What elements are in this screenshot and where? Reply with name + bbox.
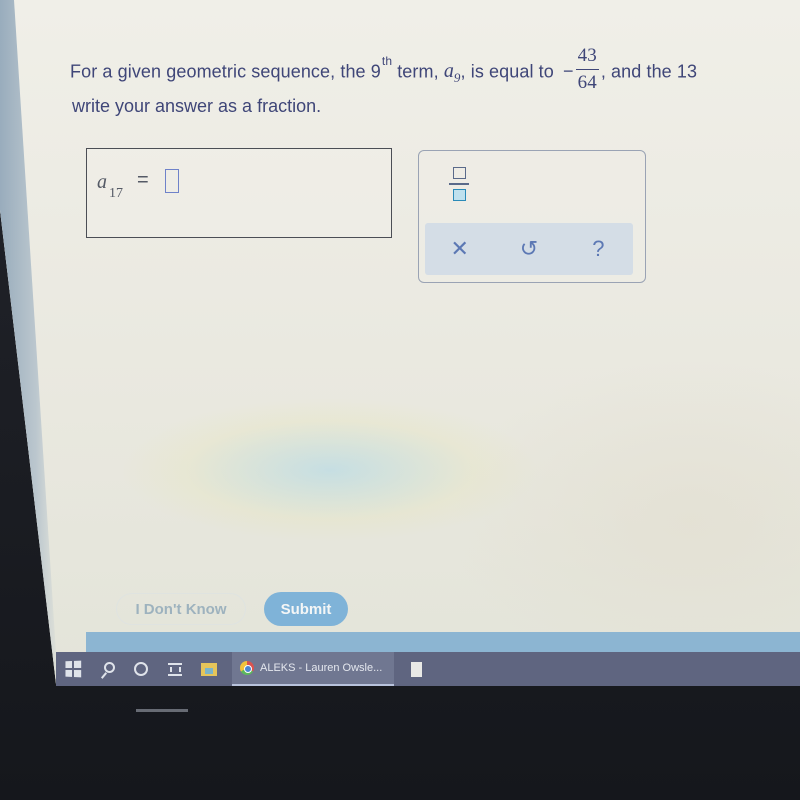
term-a9: a9	[443, 60, 461, 86]
search-icon	[103, 661, 115, 673]
math-palette: ✕ ↺ ?	[418, 150, 646, 283]
screen: For a given geometric sequence, the 9th …	[0, 0, 800, 684]
fraction-numerator: 43	[575, 45, 599, 70]
question-part1: For a given geometric sequence, the 9	[70, 61, 381, 82]
equals-sign: =	[137, 169, 149, 191]
notes-app-button[interactable]	[394, 652, 428, 686]
question-instruction: write your answer as a fraction.	[72, 96, 322, 116]
fraction-top-box-icon	[452, 167, 466, 179]
fraction-tool-button[interactable]	[449, 167, 469, 201]
cortana-button[interactable]	[124, 652, 158, 686]
term-index: 9	[453, 70, 461, 86]
answer-index: 17	[109, 186, 123, 201]
footer-band	[86, 632, 800, 652]
answer-label: a17	[97, 171, 123, 201]
answer-symbol: a	[97, 171, 107, 193]
windows-logo-icon	[65, 660, 81, 678]
fraction-bottom-box-icon	[452, 189, 466, 201]
answer-box: a17 =	[86, 148, 392, 238]
ordinal-suffix: th	[381, 54, 393, 69]
question-part4: , and the 13	[600, 61, 698, 82]
cortana-icon	[134, 662, 148, 676]
negative-sign: −	[563, 61, 574, 82]
light-reflection	[136, 709, 188, 712]
folder-icon	[201, 662, 217, 676]
answer-input[interactable]	[165, 169, 179, 193]
search-button[interactable]	[90, 652, 124, 686]
dont-know-button[interactable]: I Don't Know	[116, 593, 246, 625]
taskbar-chrome-window[interactable]: ALEKS - Lauren Owsle...	[232, 652, 394, 686]
start-button[interactable]	[56, 652, 90, 686]
task-view-icon	[168, 662, 182, 676]
submit-button[interactable]: Submit	[264, 592, 348, 626]
palette-actions: ✕ ↺ ?	[425, 223, 633, 275]
file-explorer-button[interactable]	[192, 652, 226, 686]
question-part3: , is equal to	[460, 61, 554, 82]
taskbar: ALEKS - Lauren Owsle...	[56, 652, 800, 686]
help-button[interactable]: ?	[578, 236, 618, 262]
fraction-denominator: 64	[577, 72, 597, 93]
fraction-bar-icon	[449, 183, 469, 185]
document-icon	[410, 661, 422, 677]
question-text: For a given geometric sequence, the 9th …	[70, 45, 698, 97]
undo-button[interactable]: ↺	[509, 236, 549, 262]
value-fraction: 43 64	[575, 45, 599, 94]
task-view-button[interactable]	[158, 652, 192, 686]
clear-button[interactable]: ✕	[440, 236, 480, 262]
taskbar-window-title: ALEKS - Lauren Owsle...	[260, 662, 383, 674]
term-symbol: a	[443, 60, 454, 83]
chrome-icon	[240, 661, 254, 675]
question-part2: term,	[392, 61, 444, 82]
